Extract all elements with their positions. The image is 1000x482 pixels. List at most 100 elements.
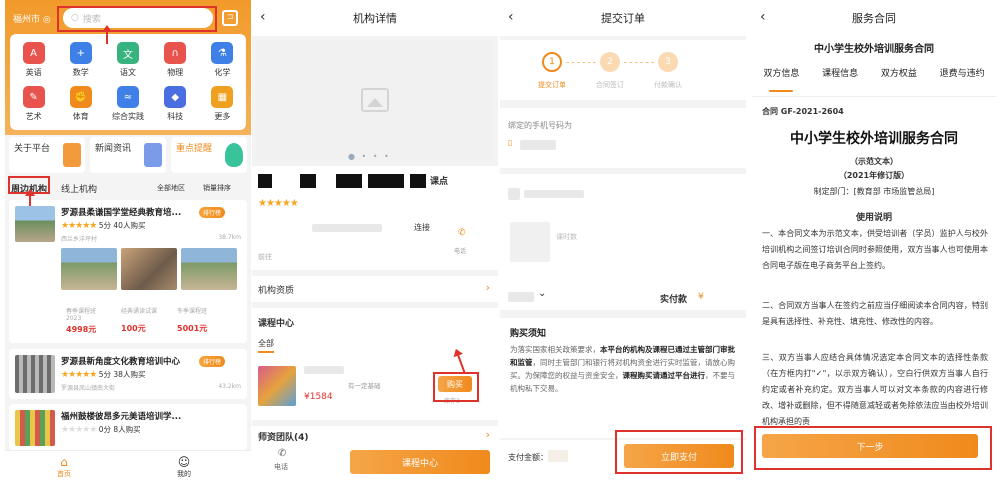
step-2: 2 (600, 52, 620, 72)
chevron-down-icon[interactable]: ⌄ (538, 288, 546, 299)
quick-about[interactable]: 关于平台 (9, 137, 85, 173)
institution-card[interactable]: 罗源县新角度文化教育培训中心 排行榜 ★★★★★ 5分 38人购买 罗源县凤山镇… (9, 349, 247, 399)
submit-order-screen: ‹ 提交订单 1 2 3 提交订单 合同签订 付款确认 绑定的手机号码为 ▯ 课… (500, 0, 746, 482)
contract-title: 中小学生校外培训服务合同 (790, 131, 958, 147)
phone-label: 绑定的手机号码为 (508, 121, 572, 130)
subject-chinese[interactable]: 文语文 (104, 38, 151, 82)
arrow-nearby (25, 189, 35, 206)
course-price-item[interactable]: 经典诵读试课 100元 (121, 306, 176, 334)
phone-icon[interactable]: ✆ (278, 448, 286, 459)
subject-practice[interactable]: ≈ 综合实践 (104, 82, 151, 126)
abc-icon: A (22, 42, 45, 64)
contract-number: 合同 GF-2021-2604 (762, 107, 844, 116)
step-3: 3 (658, 52, 678, 72)
qualification-label: 机构资质 (258, 286, 295, 296)
region-filter[interactable]: 全部地区 (157, 183, 185, 193)
rating-row: ★★★★★ 5分 38人购买 (61, 370, 146, 380)
goto-text[interactable]: 前往 (258, 252, 272, 262)
tab-mine[interactable]: ☺ 我的 (177, 455, 191, 479)
subject-chemistry[interactable]: ⚗ 化学 (199, 38, 246, 82)
scan-icon[interactable]: ⊐ (222, 10, 238, 26)
course-center-button[interactable]: 课程中心 (350, 450, 490, 474)
step-3-label: 付款确认 (654, 81, 682, 89)
institution-card[interactable]: 福州鼓楼彼昂多元美语培训学... ★★★★★ 0分 8人购买 (9, 404, 247, 450)
tab-parties[interactable]: 双方信息 (763, 66, 799, 92)
course-photo (61, 248, 117, 290)
usage-para-3: 三、双方当事人应结合具体情况选定本合同文本的选择性条款（在方框内打"✓"，以示双… (762, 353, 988, 426)
tab-all[interactable]: 全部 (258, 338, 274, 353)
phone-icon[interactable]: ✆ (458, 228, 466, 238)
magnet-icon: ∩ (164, 42, 187, 64)
user-icon: ☺ (177, 455, 191, 469)
chinese-icon: 文 (116, 42, 139, 64)
buy-button[interactable]: 购买 (438, 376, 472, 392)
course-photo (121, 248, 177, 290)
grid-icon: ▦ (211, 86, 234, 108)
page-title: 提交订单 (601, 12, 645, 25)
back-icon[interactable]: ‹ (260, 9, 266, 25)
tab-course-info[interactable]: 课程信息 (822, 66, 858, 90)
institution-banner[interactable] (256, 40, 494, 160)
subject-more[interactable]: ▦ 更多 (199, 82, 246, 126)
subject-tech[interactable]: ◆ 科技 (152, 82, 199, 126)
city-selector[interactable]: 福州市 ◎ (13, 12, 51, 25)
star-icon: ★★★★★ (61, 221, 97, 231)
subject-physics[interactable]: ∩ 物理 (152, 38, 199, 82)
search-input[interactable]: ○ 搜索 (63, 8, 213, 28)
back-icon[interactable]: ‹ (508, 9, 514, 25)
teachers-label: 师资团队(4) (258, 433, 309, 443)
step-1: 1 (542, 52, 562, 72)
step-divider (566, 62, 596, 63)
section-title: 课程中心 (258, 319, 295, 329)
tab-rights[interactable]: 双方权益 (881, 66, 917, 90)
tab-online[interactable]: 线上机构 (61, 182, 97, 195)
service-contract-screen: ‹ 服务合同 中小学生校外培训服务合同 双方信息 课程信息 双方权益 退费与违约… (752, 0, 996, 482)
institution-tabs: 周边机构 线上机构 全部地区 销量排序 (5, 178, 251, 198)
step-2-label: 合同签订 (596, 81, 624, 89)
mobile-icon: ▯ (508, 138, 513, 147)
course-price-item[interactable]: 春季课程班 2023 4998元 (66, 306, 121, 335)
step-divider (624, 62, 654, 63)
ranking-badge: 排行榜 (199, 356, 226, 367)
quick-reminder[interactable]: 重点提醒 (171, 137, 247, 173)
redacted-phone (520, 140, 556, 150)
contact-text: 连接 (414, 223, 430, 232)
news-icon (144, 143, 162, 167)
chevron-right-icon: › (485, 281, 490, 294)
divider (752, 96, 996, 97)
qualification-row[interactable]: 机构资质 › (252, 276, 498, 302)
math-icon: + (69, 42, 92, 64)
quick-news[interactable]: 新闻资讯 (90, 137, 166, 173)
pay-now-button[interactable]: 立即支付 (624, 444, 734, 468)
star-icon: ★★★★★ (61, 425, 97, 435)
subject-english[interactable]: A 英语 (10, 38, 57, 82)
subject-math[interactable]: + 数学 (57, 38, 104, 82)
course-thumbnail (510, 222, 550, 262)
institution-name: 罗源县新角度文化教育培训中心 (61, 357, 181, 367)
subject-sports[interactable]: ✊ 体育 (57, 82, 104, 126)
star-icon: ★★★★★ (61, 370, 97, 380)
notice-title: 购买须知 (510, 329, 547, 339)
sort-filter[interactable]: 销量排序 (203, 183, 231, 193)
maker-text: 制定部门：[教育部 市场监管总局] (813, 187, 935, 196)
institution-name-suffix: 课点 (430, 177, 449, 187)
navbar: ‹ 机构详情 (252, 0, 498, 36)
subject-art[interactable]: ✎ 艺术 (10, 82, 57, 126)
subject-grid: A 英语 + 数学 文语文 ∩ 物理 ⚗ 化学 ✎ 艺术 ✊ 体育 ≈ 综合实践 ◆ 科技 ▦ 更… (10, 34, 246, 130)
tab-home[interactable]: ⌂ 首页 (57, 455, 71, 479)
stock-note: 库存3 (444, 398, 460, 405)
institution-photo (15, 206, 55, 242)
home-icon: ⌂ (60, 455, 68, 469)
back-icon[interactable]: ‹ (760, 9, 766, 25)
institution-card[interactable]: 罗源县柔谦国学堂经典教育培... 排行榜 ★★★★★ 5分 40人购买 西兰乡洋… (9, 200, 247, 343)
course-price-item[interactable]: 冬季课程班 5001元 (177, 306, 232, 334)
bottom-bar: ✆ 电话 课程中心 (252, 446, 498, 482)
teachers-row[interactable]: 师资团队(4) › (252, 426, 498, 446)
star-icon: ★★★★★ (258, 198, 299, 209)
course-thumbnail (258, 366, 296, 406)
chevron-right-icon: › (485, 428, 490, 441)
next-step-button[interactable]: 下一步 (762, 434, 978, 458)
purchase-notice: 购买须知 为落实国家相关政策要求，本平台的机构及课程已通过主管部门审批和监管，同… (500, 318, 746, 438)
tab-refund[interactable]: 退费与违约 (940, 66, 985, 90)
city-label: 福州市 (13, 15, 41, 25)
